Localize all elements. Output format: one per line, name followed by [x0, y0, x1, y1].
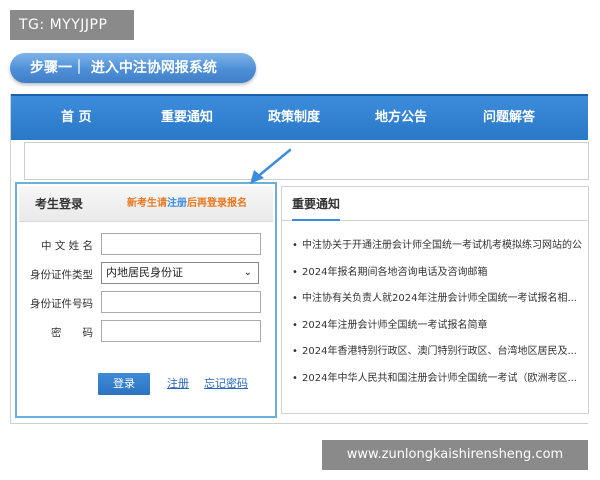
password-input[interactable]: [101, 320, 261, 342]
notice-item[interactable]: • 2024年注册会计师全国统一考试报名简章: [290, 313, 588, 340]
register-hint-link[interactable]: 注册: [167, 198, 187, 209]
notice-item-text[interactable]: 中注协关于开通注册会计师全国统一考试机考模拟练习网站的公: [302, 240, 582, 251]
id-type-label: 身份证件类型: [30, 269, 93, 281]
notice-item-text[interactable]: 2024年注册会计师全国统一考试报名简章: [302, 320, 487, 331]
bullet-icon: •: [292, 346, 298, 357]
notice-panel: 重要通知 • 中注协关于开通注册会计师全国统一考试机考模拟练习网站的公 • 2024…: [281, 186, 589, 414]
site-frame: 首 页 重要通知 政策制度 地方公告 问题解答 考生登录 新考生请注册后再登录报…: [10, 94, 589, 424]
nav-item-local[interactable]: 地方公告: [375, 96, 427, 140]
chevron-down-icon: ⌄: [243, 267, 252, 278]
bullet-icon: •: [292, 240, 298, 251]
notice-item[interactable]: • 中注协关于开通注册会计师全国统一考试机考模拟练习网站的公: [290, 233, 588, 260]
notice-title: 重要通知: [292, 187, 341, 221]
notice-item-text[interactable]: 2024年报名期间各地咨询电话及咨询邮箱: [302, 267, 487, 278]
notice-header: 重要通知: [282, 187, 588, 221]
screenshot-root: TG: MYYJJPP 步骤一｜ 进入中注协网报系统 首 页 重要通知 政策制度…: [0, 0, 600, 480]
login-title: 考生登录: [35, 197, 84, 211]
step-banner: 步骤一｜ 进入中注协网报系统: [10, 53, 256, 83]
bullet-icon: •: [292, 266, 298, 278]
main-nav: 首 页 重要通知 政策制度 地方公告 问题解答: [11, 94, 588, 140]
forgot-password-link[interactable]: 忘记密码: [204, 373, 248, 395]
bullet-icon: •: [292, 319, 298, 331]
password-label: 密 码: [51, 327, 93, 339]
bullet-icon: •: [292, 372, 298, 384]
nav-item-policy[interactable]: 政策制度: [268, 96, 320, 140]
nav-item-faq[interactable]: 问题解答: [483, 96, 535, 140]
notice-item[interactable]: • 中注协有关负责人就2024年注册会计师全国统一考试报名相...: [290, 286, 588, 313]
nav-item-home[interactable]: 首 页: [61, 96, 92, 140]
name-input[interactable]: [101, 233, 261, 255]
notice-list: • 中注协关于开通注册会计师全国统一考试机考模拟练习网站的公 • 2024年报名期间…: [290, 233, 588, 393]
bullet-icon: •: [292, 293, 298, 304]
watermark-tag: TG: MYYJJPP: [10, 10, 134, 40]
register-hint: 新考生请注册后再登录报名: [127, 186, 247, 222]
register-link[interactable]: 注册: [167, 373, 189, 395]
notice-item-text[interactable]: 中注协有关负责人就2024年注册会计师全国统一考试报名相...: [302, 293, 577, 304]
id-number-input[interactable]: [101, 291, 261, 313]
watermark-url: www.zunlongkaishirensheng.com: [322, 440, 588, 470]
id-number-label: 身份证件号码: [30, 298, 93, 310]
banner-bar: [24, 142, 589, 180]
notice-item-text[interactable]: 2024年香港特别行政区、澳门特别行政区、台湾地区居民及...: [302, 346, 577, 357]
step-label: 步骤一｜ 进入中注协网报系统: [30, 60, 217, 76]
name-label: 中 文 姓 名: [40, 240, 93, 252]
nav-item-notices[interactable]: 重要通知: [161, 96, 213, 140]
notice-item-text[interactable]: 2024年中华人民共和国注册会计师全国统一考试（欧洲考区...: [302, 373, 577, 384]
id-type-value: 内地居民身份证: [106, 266, 183, 279]
pointer-arrow-icon: [250, 148, 292, 184]
register-hint-prefix: 新考生请: [127, 198, 167, 209]
login-header: 考生登录 新考生请注册后再登录报名: [19, 186, 273, 222]
login-button[interactable]: 登录: [98, 373, 150, 395]
login-panel: 考生登录 新考生请注册后再登录报名 中 文 姓 名 身份证件类型 内地居民身份证…: [15, 182, 277, 418]
id-type-select[interactable]: 内地居民身份证 ⌄: [101, 262, 259, 284]
register-hint-suffix: 后再登录报名: [187, 198, 247, 209]
notice-item[interactable]: • 2024年中华人民共和国注册会计师全国统一考试（欧洲考区...: [290, 366, 588, 393]
notice-item[interactable]: • 2024年香港特别行政区、澳门特别行政区、台湾地区居民及...: [290, 339, 588, 366]
notice-item[interactable]: • 2024年报名期间各地咨询电话及咨询邮箱: [290, 260, 588, 287]
